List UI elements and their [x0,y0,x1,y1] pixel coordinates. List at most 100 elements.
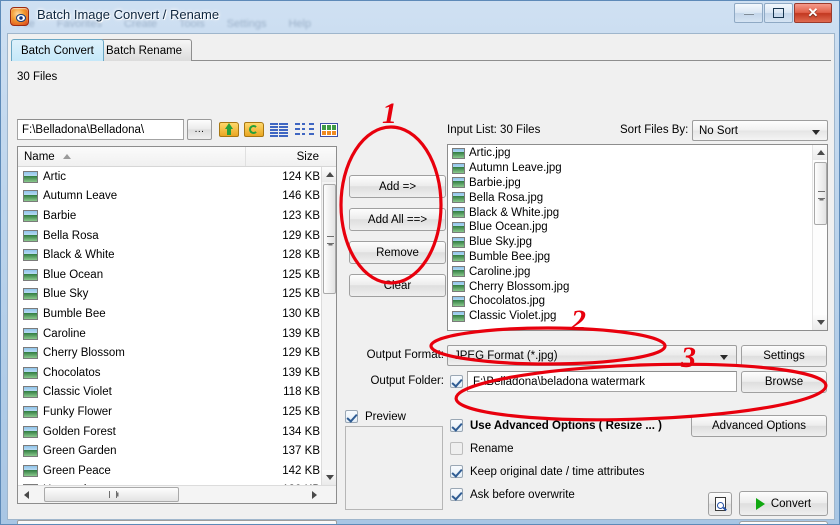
preview-checkbox[interactable]: Preview [345,410,406,423]
table-row[interactable]: Blue Ocean 125 KB [18,265,323,285]
file-name-cell: Artic [43,170,66,183]
list-item[interactable]: Black & White.jpg [448,205,812,220]
settings-button[interactable]: Settings [741,345,827,367]
use-advanced-options-checkbox[interactable]: Use Advanced Options ( Resize ... ) [450,419,662,432]
browse-button[interactable]: Browse [741,371,827,393]
output-folder-input[interactable]: F:\Belladona\beladona watermark [467,371,737,392]
list-item[interactable]: Classic Violet.jpg [448,309,812,324]
scroll-left-icon[interactable] [18,486,34,503]
maximize-button[interactable] [764,3,793,23]
list-item[interactable]: Chocolatos.jpg [448,294,812,309]
list-item[interactable]: Caroline.jpg [448,264,812,279]
add-all-button[interactable]: Add All ==> [349,208,446,231]
close-window-button[interactable]: ✕ [794,3,832,23]
files-count-label: 30 Files [17,71,58,83]
table-row[interactable]: Caroline 139 KB [18,324,323,344]
list-item[interactable]: Autumn Leave.jpg [448,161,812,176]
hscrollbar-thumb[interactable] [44,487,179,502]
maximize-icon [765,4,792,22]
list-item[interactable]: Blue Ocean.jpg [448,220,812,235]
folder-refresh-icon[interactable] [244,119,265,139]
file-name-cell: Green Peace [43,464,111,477]
sort-ascending-icon [62,154,71,159]
view-details-icon[interactable] [269,119,290,139]
tab-batch-convert[interactable]: Batch Convert [11,39,104,61]
input-list-vertical-scrollbar[interactable] [812,145,827,330]
column-header-name[interactable]: Name [18,147,246,166]
clear-button[interactable]: Clear [349,274,446,297]
listview-vertical-scrollbar[interactable] [321,167,336,485]
remove-button[interactable]: Remove [349,241,446,264]
scrollbar-thumb[interactable] [814,162,827,225]
annotation-number-2: 2 [571,304,586,337]
file-size-cell: 139 KB [282,366,320,379]
path-browse-button[interactable]: ... [187,119,212,140]
input-file-name: Bella Rosa.jpg [469,191,544,204]
close-button[interactable]: Close [739,521,828,524]
preview-magnifier-button[interactable] [708,492,732,516]
output-format-label: Output Format: [366,349,444,361]
table-row[interactable]: Golden Forest 134 KB [18,422,323,442]
input-file-listbox[interactable]: Artic.jpg Autumn Leave.jpg Barbie.jpg Bella… [447,144,828,331]
list-item[interactable]: Bumble Bee.jpg [448,250,812,265]
table-row[interactable]: Classic Violet 118 KB [18,383,323,403]
column-header-size[interactable]: Size [247,147,323,166]
output-folder-checkbox[interactable] [450,375,463,388]
tab-batch-rename[interactable]: Batch Rename [96,39,193,61]
file-name-cell: Bella Rosa [43,229,99,242]
output-folder-value: F:\Belladona\beladona watermark [473,375,645,388]
advanced-options-button[interactable]: Advanced Options [691,415,827,437]
scrollbar-thumb[interactable] [323,184,336,294]
table-row[interactable]: Green Garden 137 KB [18,441,323,461]
application-window: File Favorites Create Tools Settings Hel… [0,0,840,525]
list-item[interactable]: Cherry Blossom.jpg [448,279,812,294]
input-file-name: Black & White.jpg [469,206,560,219]
input-file-name: Barbie.jpg [469,176,521,189]
table-row[interactable]: Bumble Bee 130 KB [18,304,323,324]
folder-up-icon[interactable] [219,119,240,139]
table-row[interactable]: Chocolatos 139 KB [18,363,323,383]
settings-button-label: Settings [763,350,805,362]
rename-checkbox[interactable]: Rename [450,442,513,455]
close-icon: ✕ [807,5,819,20]
checkmark-icon [450,465,463,478]
table-row[interactable]: Artic 124 KB [18,167,323,187]
view-list-icon[interactable] [294,119,315,139]
table-row[interactable]: Funky Flower 125 KB [18,402,323,422]
scroll-up-icon[interactable] [813,145,827,160]
scroll-up-icon[interactable] [322,167,336,182]
sort-files-by-label: Sort Files By: [620,124,689,136]
table-row[interactable]: Cherry Blossom 129 KB [18,343,323,363]
listview-horizontal-scrollbar[interactable] [18,485,336,503]
format-filter-combo[interactable]: All Formats (*.jpg;*.jpe;*.jpeg;*.bmp;*.… [17,520,337,524]
minimize-button[interactable] [734,3,763,23]
scroll-down-icon[interactable] [813,315,827,330]
table-row[interactable]: Black & White 128 KB [18,245,323,265]
preview-panel [345,426,443,510]
table-row[interactable]: Bella Rosa 129 KB [18,226,323,246]
file-name-cell: Caroline [43,327,86,340]
image-thumbnail-icon [452,251,465,263]
list-item[interactable]: Artic.jpg [448,146,812,161]
scroll-down-icon[interactable] [322,470,336,485]
sort-files-by-combo[interactable]: No Sort [692,120,828,141]
table-row[interactable]: Green Peace 142 KB [18,461,323,481]
file-size-cell: 128 KB [282,249,320,262]
view-thumbnails-icon[interactable] [319,119,340,139]
table-row[interactable]: Autumn Leave 146 KB [18,187,323,207]
list-item[interactable]: Barbie.jpg [448,176,812,191]
source-file-listview[interactable]: Name Size Artic 124 KB Autumn Leave 146 KB B… [17,146,337,504]
ask-before-overwrite-checkbox[interactable]: Ask before overwrite [450,488,575,501]
folder-path-input[interactable]: F:\Belladona\Belladona\ [17,119,184,140]
image-thumbnail-icon [452,281,465,293]
table-row[interactable]: Blue Sky 125 KB [18,285,323,305]
list-item[interactable]: Bella Rosa.jpg [448,190,812,205]
add-button[interactable]: Add => [349,175,446,198]
convert-button[interactable]: Convert [739,491,828,516]
scroll-right-icon[interactable] [306,486,322,503]
listview-header: Name Size [18,147,336,167]
keep-original-date-checkbox[interactable]: Keep original date / time attributes [450,465,645,478]
list-item[interactable]: Blue Sky.jpg [448,235,812,250]
rename-checkbox-label: Rename [470,442,514,455]
table-row[interactable]: Barbie 123 KB [18,206,323,226]
